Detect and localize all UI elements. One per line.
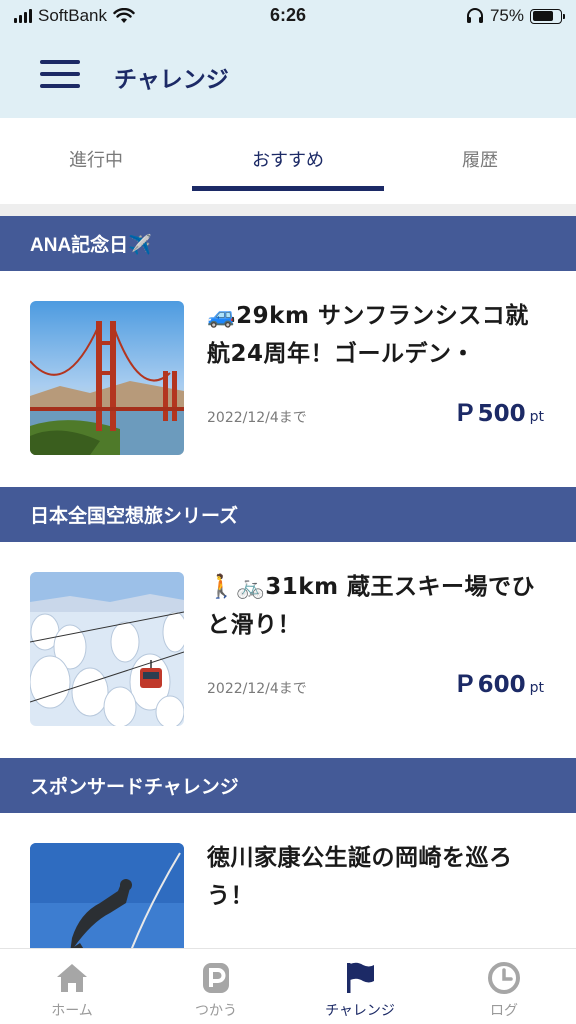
tokugawa-statue-photo xyxy=(30,843,184,948)
zao-snow-ropeway-photo xyxy=(30,572,184,726)
challenge-card[interactable]: 徳川家康公生誕の岡崎を巡ろう！ xyxy=(0,813,576,948)
app-screen: SoftBank 6:26 75% チャレンジ 進行中 おすすめ 履歴 ANA記… xyxy=(0,0,576,1024)
page-title: チャレンジ xyxy=(114,67,229,93)
status-right: 75% xyxy=(466,6,565,26)
points-value: 600 xyxy=(477,672,526,698)
status-bar: SoftBank 6:26 75% xyxy=(0,0,576,34)
tab-recommended[interactable]: おすすめ xyxy=(192,118,384,204)
clock-icon xyxy=(432,961,576,995)
challenge-points: P 500 pt xyxy=(457,399,544,428)
app-header: チャレンジ xyxy=(0,34,576,118)
challenge-title: 🚶🚲31km 蔵王スキー場でひと滑り！ xyxy=(207,574,536,638)
hamburger-menu-icon[interactable] xyxy=(40,58,80,90)
points-p-icon xyxy=(144,961,288,995)
challenge-title: 徳川家康公生誕の岡崎を巡ろう！ xyxy=(207,845,513,909)
flag-icon xyxy=(288,961,432,995)
nav-challenge[interactable]: チャレンジ xyxy=(288,949,432,1024)
nav-home[interactable]: ホーム xyxy=(0,949,144,1024)
battery-percent: 75% xyxy=(489,6,524,25)
nav-use[interactable]: つかう xyxy=(144,949,288,1024)
challenge-points: P 600 pt xyxy=(457,670,544,699)
points-value: 500 xyxy=(477,401,526,427)
challenge-card[interactable]: 🚙29km サンフランシスコ就航24周年！ゴールデン・ 2022/12/4まで … xyxy=(0,271,576,487)
nav-log-label: ログ xyxy=(490,1003,518,1019)
golden-gate-bridge-photo xyxy=(30,301,184,455)
challenge-title: 🚙29km サンフランシスコ就航24周年！ゴールデン・ xyxy=(207,303,529,367)
nav-log[interactable]: ログ xyxy=(432,949,576,1024)
section-header: 日本全国空想旅シリーズ xyxy=(0,487,576,542)
points-p-icon: P xyxy=(456,670,474,698)
headphones-icon xyxy=(466,8,483,23)
challenge-deadline: 2022/12/4まで xyxy=(207,410,307,426)
challenge-card[interactable]: 🚶🚲31km 蔵王スキー場でひと滑り！ 2022/12/4まで P 600 pt xyxy=(0,542,576,758)
nav-home-label: ホーム xyxy=(51,1003,93,1019)
tab-in-progress[interactable]: 進行中 xyxy=(0,118,192,204)
bottom-nav: ホーム つかう チャレンジ ログ xyxy=(0,948,576,1024)
points-unit: pt xyxy=(529,409,544,425)
challenge-list[interactable]: ANA記念日✈️ 🚙29km サンフランシスコ就航24周年！ゴールデン・ 202… xyxy=(0,216,576,948)
tab-history[interactable]: 履歴 xyxy=(384,118,576,204)
challenge-deadline: 2022/12/4まで xyxy=(207,681,307,697)
points-unit: pt xyxy=(529,680,544,696)
home-icon xyxy=(0,961,144,995)
tab-bar: 進行中 おすすめ 履歴 xyxy=(0,118,576,204)
battery-icon xyxy=(530,8,565,24)
section-header: ANA記念日✈️ xyxy=(0,216,576,271)
section-header: スポンサードチャレンジ xyxy=(0,758,576,813)
nav-use-label: つかう xyxy=(195,1003,237,1019)
points-p-icon: P xyxy=(456,399,474,427)
nav-challenge-label: チャレンジ xyxy=(325,1003,395,1019)
